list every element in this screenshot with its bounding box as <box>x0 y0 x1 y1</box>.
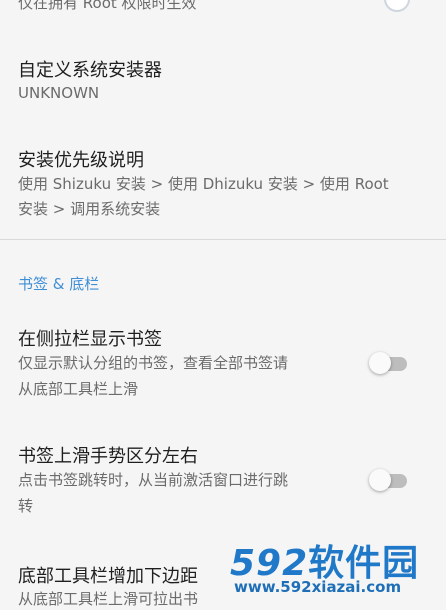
custom-installer-title: 自定义系统安装器 <box>18 60 162 81</box>
swipe-split-desc-line2: 转 <box>18 497 34 515</box>
section-header-bookmarks-bottombar: 书签 & 底栏 <box>18 275 100 293</box>
sidebar-bookmarks-setting[interactable]: 在侧拉栏显示书签 仅显示默认分组的书签，查看全部书签请 从底部工具栏上滑 <box>0 315 446 411</box>
install-priority-setting[interactable]: 安装优先级说明 使用 Shizuku 安装 > 使用 Dhizuku 安装 > … <box>0 130 446 236</box>
swipe-split-desc-line1: 点击书签跳转时，从当前激活窗口进行跳 <box>18 471 289 489</box>
root-only-setting[interactable]: 仅在拥有 Root 权限时生效 <box>0 0 446 40</box>
swipe-split-switch[interactable] <box>369 468 409 492</box>
swipe-split-setting[interactable]: 书签上滑手势区分左右 点击书签跳转时，从当前激活窗口进行跳 转 <box>0 432 446 528</box>
bottom-margin-desc-line1: 从底部工具栏上滑可拉出书 <box>18 590 199 608</box>
custom-installer-setting[interactable]: 自定义系统安装器 UNKNOWN <box>0 40 446 126</box>
watermark-url: www.592xiazai.com <box>234 578 402 596</box>
swipe-split-title: 书签上滑手势区分左右 <box>18 446 198 467</box>
install-priority-line2: 安装 > 调用系统安装 <box>18 200 161 218</box>
sidebar-bookmarks-desc-line1: 仅显示默认分组的书签，查看全部书签请 <box>18 354 289 372</box>
install-priority-line1: 使用 Shizuku 安装 > 使用 Dhizuku 安装 > 使用 Root <box>18 175 389 193</box>
sidebar-bookmarks-desc-line2: 从底部工具栏上滑 <box>18 380 139 398</box>
sidebar-bookmarks-title: 在侧拉栏显示书签 <box>18 329 162 350</box>
custom-installer-value: UNKNOWN <box>18 84 100 102</box>
site-watermark: 592软件园 www.592xiazai.com <box>226 534 446 600</box>
root-only-description: 仅在拥有 Root 权限时生效 <box>18 0 197 12</box>
switch-thumb <box>369 352 391 374</box>
section-divider <box>0 239 446 240</box>
sidebar-bookmarks-switch[interactable] <box>369 351 409 375</box>
install-priority-title: 安装优先级说明 <box>18 150 144 171</box>
switch-thumb <box>369 469 391 491</box>
root-only-switch[interactable] <box>384 0 410 12</box>
bottom-margin-title: 底部工具栏增加下边距 <box>18 566 198 587</box>
